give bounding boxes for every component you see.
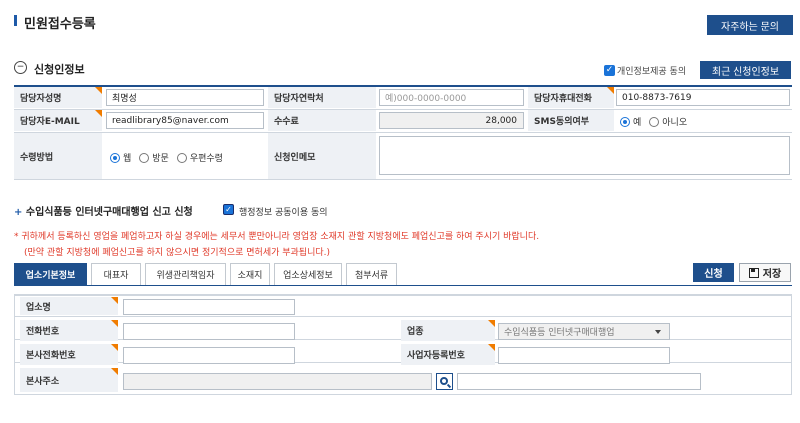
sms-no-radio[interactable] [649, 116, 660, 127]
hq-address-input[interactable] [123, 373, 432, 390]
mobile-label: 담당자휴대전화 [528, 87, 614, 108]
biz-reg-input[interactable] [498, 347, 670, 364]
save-button[interactable]: 저장 [739, 263, 791, 282]
sms-yes-radio[interactable] [620, 116, 630, 127]
closure-notice-detail: (만약 관할 지방청에 폐업신고를 하지 않으시면 정기적으로 면허세가 부과됩… [24, 248, 331, 258]
receive-mail-label: 우편수령 [189, 154, 223, 164]
receive-radio-group: 웹 방문 우편수령 [110, 151, 228, 164]
industry-select[interactable]: 수입식품등 인터넷구매대행업 [498, 323, 670, 340]
save-icon [748, 267, 759, 278]
receive-mail-radio[interactable] [176, 152, 187, 163]
sms-no-label: 아니오 [662, 118, 688, 128]
receive-visit-radio[interactable] [139, 152, 150, 163]
fee-value: 28,000 [379, 112, 524, 129]
tab-basic-info[interactable]: 업소기본정보 [14, 263, 87, 285]
dropdown-arrow-icon [655, 329, 661, 334]
report-section-title: + 수입식품등 인터넷구매대행업 신고 신청 [14, 207, 193, 218]
consent-label: 개인정보제공 동의 [617, 67, 687, 77]
sms-radio-group: 예 아니오 [620, 115, 692, 128]
name-input[interactable]: 최명성 [106, 89, 264, 106]
fee-label: 수수료 [268, 110, 376, 131]
sms-label: SMS동의여부 [528, 110, 614, 131]
memo-textarea[interactable] [379, 136, 790, 175]
tab-location[interactable]: 소재지 [230, 263, 270, 285]
hq-address-detail-input[interactable] [457, 373, 701, 390]
consent-checkbox[interactable]: ✓ [604, 65, 615, 76]
hq-phone-input[interactable] [123, 347, 295, 364]
search-icon [439, 376, 448, 385]
industry-value: 수입식품등 인터넷구매대행업 [504, 328, 615, 338]
biz-name-input[interactable] [123, 299, 295, 315]
address-search-button[interactable] [436, 373, 453, 390]
recent-applicant-button[interactable]: 최근 신청인정보 [700, 61, 791, 79]
receive-visit-label: 방문 [152, 154, 169, 164]
share-consent-checkbox[interactable]: ✓ [223, 204, 234, 215]
phone-input[interactable] [123, 323, 295, 340]
tab-attachments[interactable]: 첨부서류 [346, 263, 397, 285]
phone-label: 전화번호 [20, 320, 118, 341]
share-consent-label: 행정정보 공동이용 동의 [239, 208, 328, 218]
contact-label: 담당자연락처 [268, 87, 376, 108]
biz-reg-label: 사업자등록번호 [401, 344, 495, 365]
receive-label: 수령방법 [14, 133, 102, 179]
receive-web-label: 웹 [123, 154, 132, 164]
mobile-input[interactable]: 010-8873-7619 [616, 89, 790, 106]
memo-label: 신청인메모 [268, 133, 376, 179]
title-accent-bar [14, 15, 17, 26]
receive-web-radio[interactable] [110, 152, 120, 163]
tab-representative[interactable]: 대표자 [91, 263, 141, 285]
tab-business-detail[interactable]: 업소상세정보 [274, 263, 342, 285]
closure-notice: * 귀하께서 등록하신 영업을 폐업하고자 하실 경우에는 세무서 뿐만아니라 … [14, 232, 540, 242]
name-label: 담당자성명 [14, 87, 102, 108]
hq-phone-label: 본사전화번호 [20, 344, 118, 365]
sms-yes-label: 예 [633, 118, 642, 128]
industry-label: 업종 [401, 320, 495, 341]
email-input[interactable]: readlibrary85@naver.com [106, 112, 264, 129]
collapse-icon[interactable]: − [14, 61, 27, 74]
tab-hygiene-manager[interactable]: 위생관리책임자 [145, 263, 226, 285]
biz-name-label: 업소명 [20, 297, 118, 315]
apply-button[interactable]: 신청 [693, 263, 734, 282]
contact-input[interactable]: 예)000-0000-0000 [379, 89, 524, 106]
page-title: 민원접수등록 [24, 17, 96, 32]
tab-underline [14, 285, 792, 286]
faq-button[interactable]: 자주하는 문의 [707, 15, 793, 35]
applicant-section-title: 신청인정보 [34, 63, 85, 76]
email-label: 담당자E-MAIL [14, 110, 102, 131]
hq-address-label: 본사주소 [20, 368, 118, 392]
